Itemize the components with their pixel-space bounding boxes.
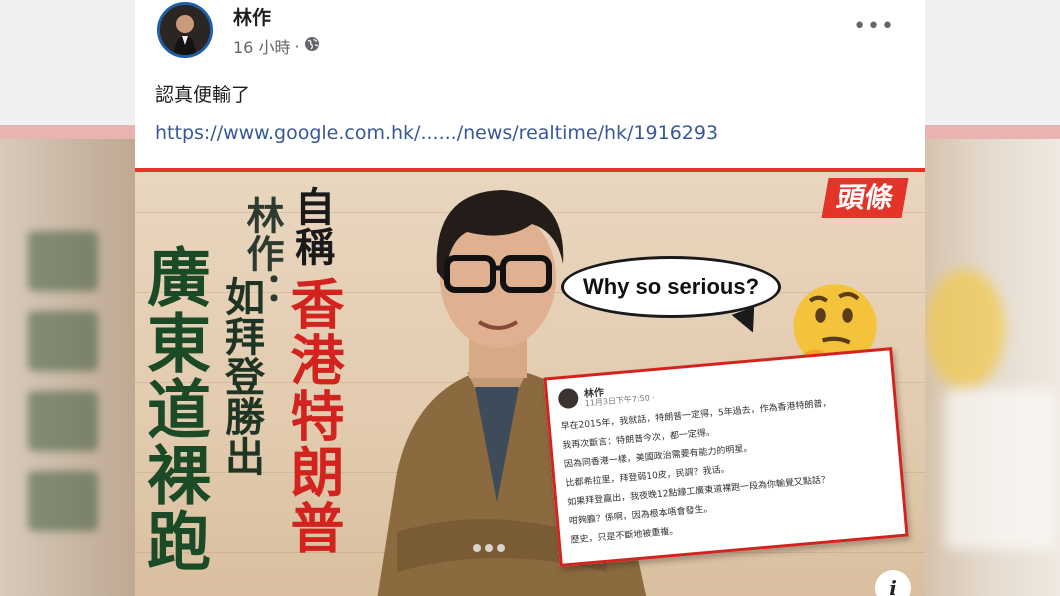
more-options-button[interactable]: ••• <box>853 14 895 39</box>
embedded-post-text: 早在2015年，我就話，特朗普一定得，5年過去，作為香港特朗普， 我再次斷言：特… <box>560 391 894 552</box>
author-name[interactable]: 林作 <box>233 3 271 30</box>
post-meta: 16 小時 · <box>233 34 320 58</box>
news-logo: 頭條 <box>821 178 909 218</box>
avatar[interactable] <box>157 2 213 58</box>
post-card: 林作 16 小時 · ••• 認真便輸了 https://www.google.… <box>135 0 925 596</box>
post-text: 認真便輸了 <box>155 84 251 106</box>
headline-name: 林作： <box>240 196 284 310</box>
info-button[interactable]: i <box>875 570 911 596</box>
post-time[interactable]: 16 小時 <box>233 34 290 58</box>
speech-bubble: Why so serious? <box>561 256 781 318</box>
headline-action: 廣東道裸跑 <box>136 244 210 574</box>
headline-title: 香港特朗普 <box>281 276 344 556</box>
background-right-blur <box>925 139 1060 596</box>
background-left-blur <box>0 139 135 596</box>
embedded-avatar <box>557 387 580 410</box>
globe-icon <box>304 36 320 56</box>
meta-separator: · <box>294 36 300 56</box>
post-link[interactable]: https://www.google.com.hk/....../news/re… <box>155 122 718 144</box>
embedded-post-screenshot: 林作 11月3日下午7:50 · 早在2015年，我就話，特朗普一定得，5年過去… <box>543 347 909 567</box>
headline-title-prefix: 自稱 <box>288 186 334 266</box>
shared-image[interactable]: 廣東道裸跑 如拜登勝出 林作： 香港特朗普 自稱 頭條 Why so serio… <box>135 168 925 596</box>
